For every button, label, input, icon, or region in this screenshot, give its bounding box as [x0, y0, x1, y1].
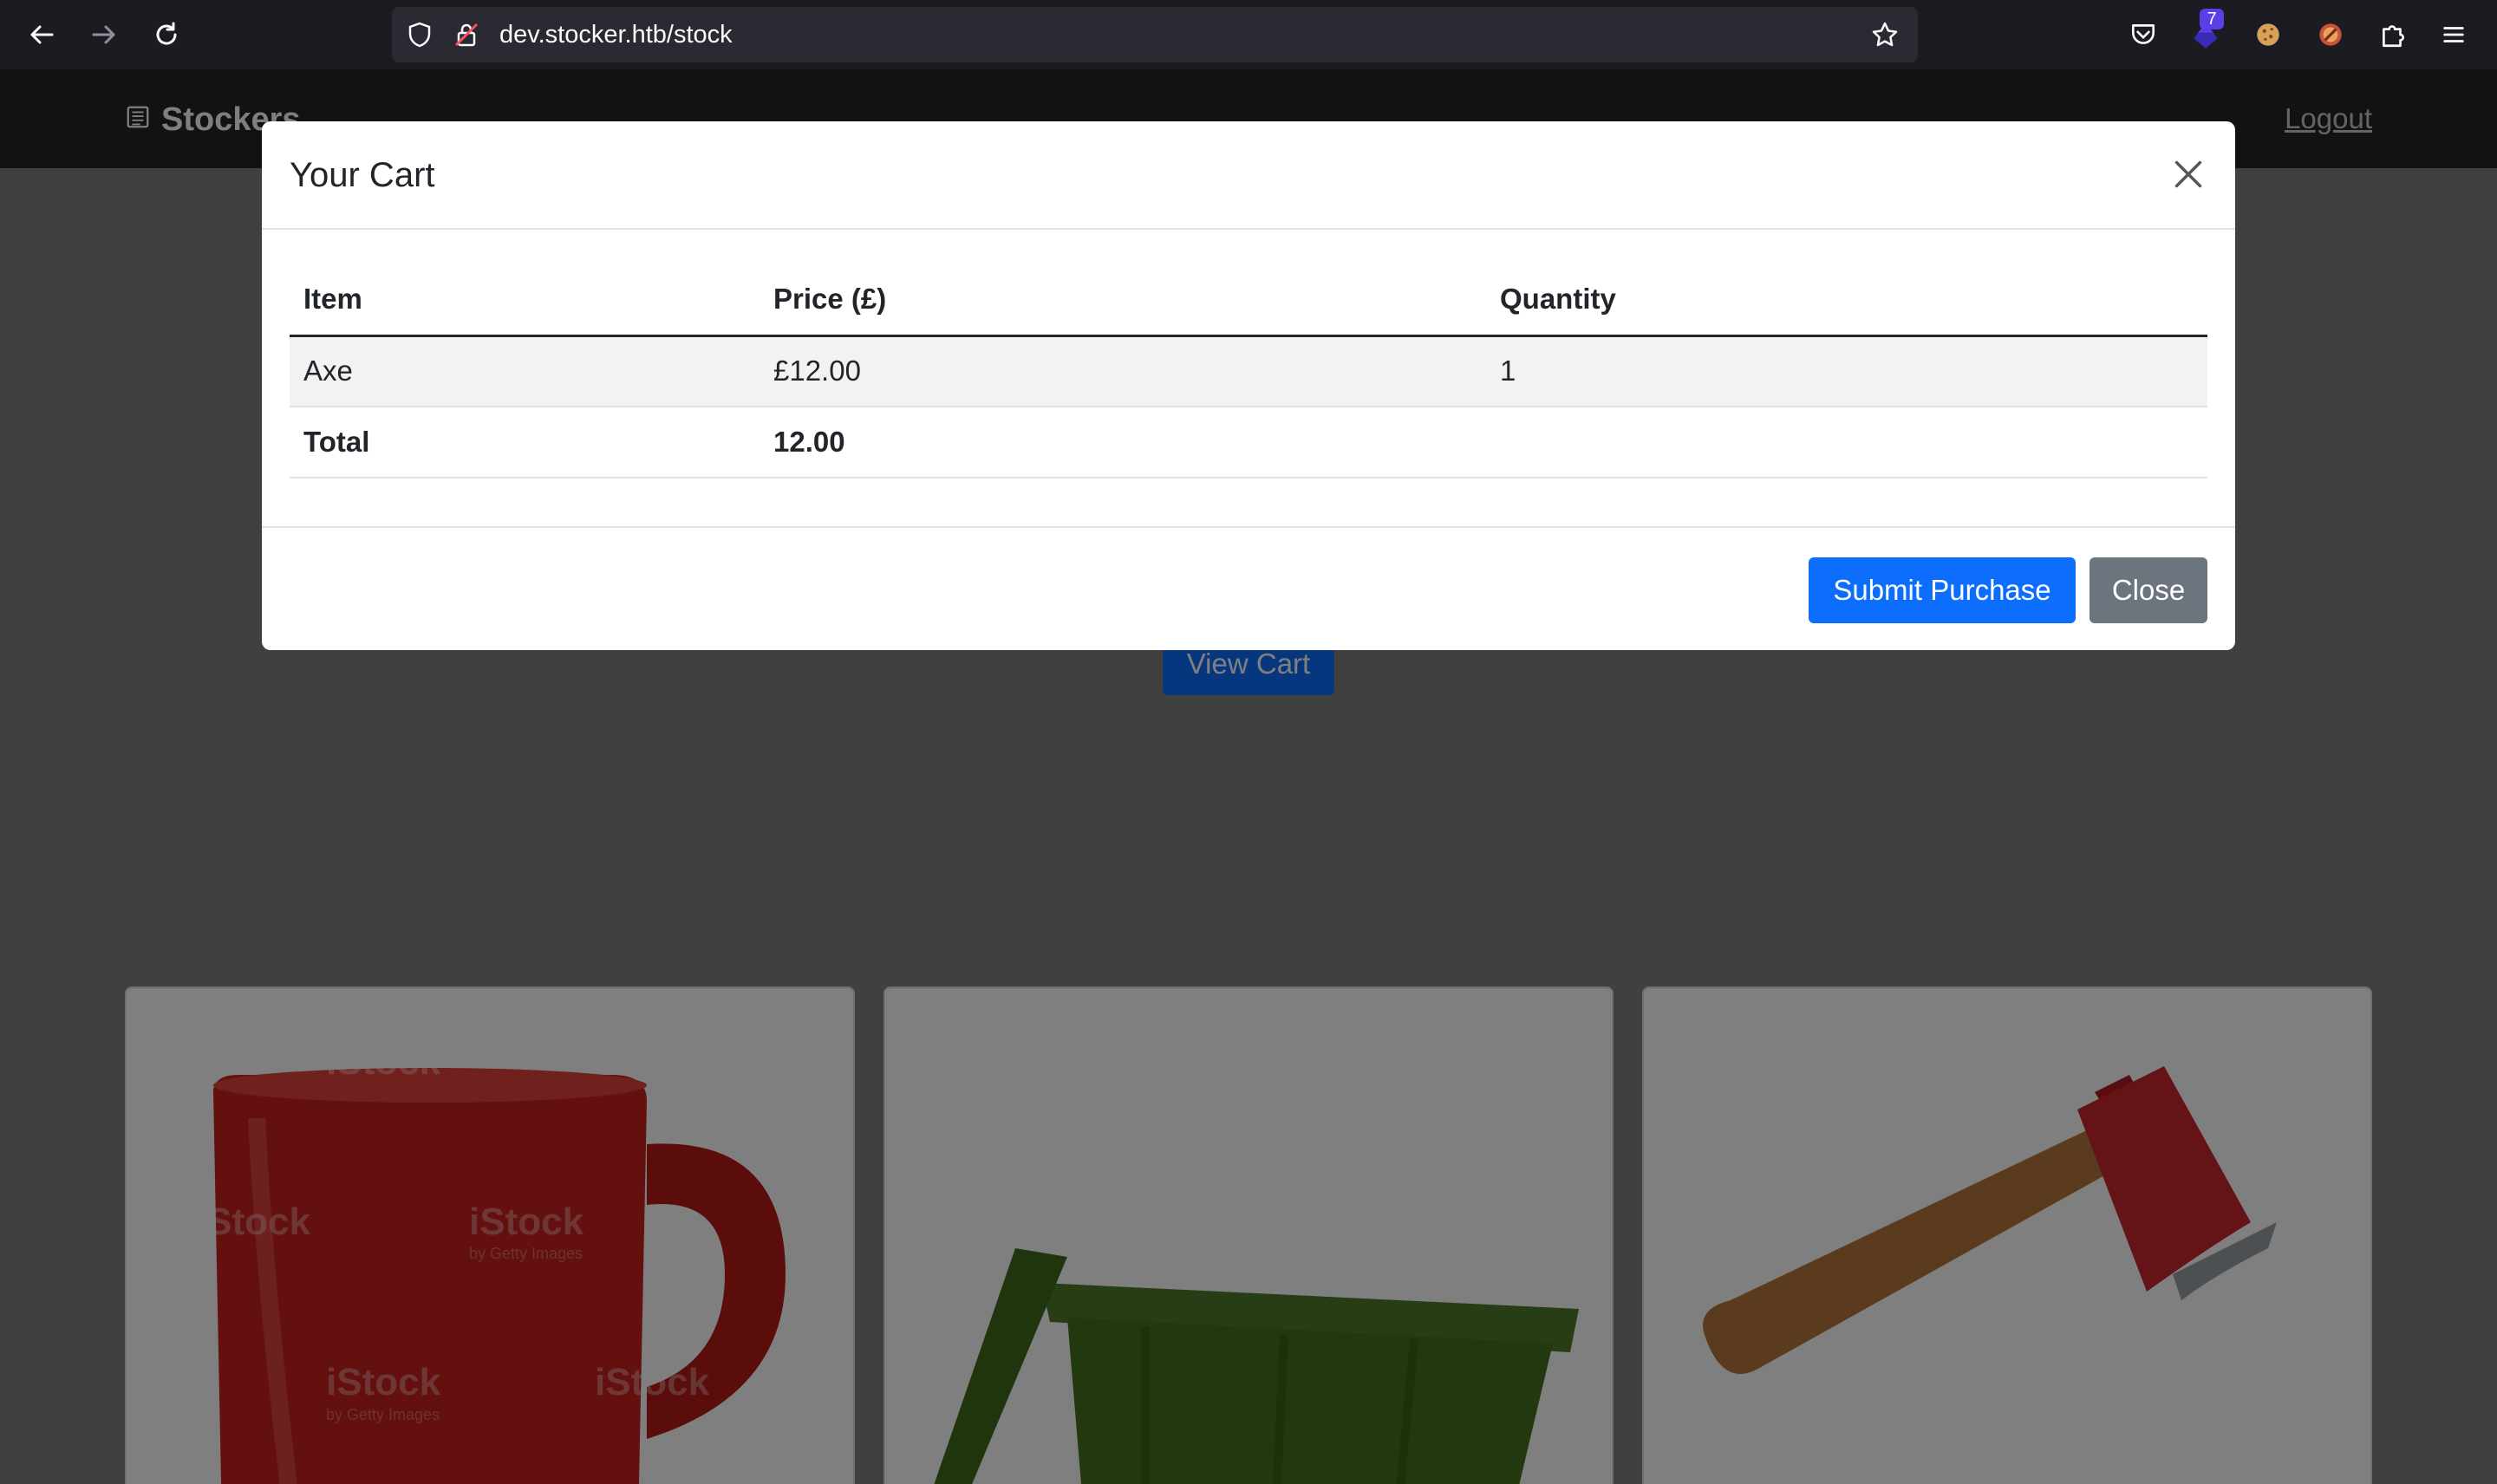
cell-quantity: 1 [1486, 335, 2207, 407]
tracking-shield-icon[interactable] [406, 21, 434, 49]
forward-icon[interactable] [83, 14, 125, 55]
cell-item: Axe [290, 335, 760, 407]
submit-purchase-button[interactable]: Submit Purchase [1809, 557, 2076, 623]
total-label: Total [290, 407, 760, 478]
modal-footer: Submit Purchase Close [262, 526, 2235, 650]
extensions-puzzle-icon[interactable] [2376, 17, 2410, 52]
cookie-editor-icon[interactable] [2313, 17, 2348, 52]
url-bar[interactable]: dev.stocker.htb/stock [392, 7, 1918, 62]
table-header-row: Item Price (£) Quantity [290, 264, 2207, 337]
cart-modal: Your Cart Item Price (£) Quantity Axe £1… [262, 121, 2235, 650]
reload-icon[interactable] [146, 14, 187, 55]
modal-title: Your Cart [290, 156, 435, 194]
total-row: Total 12.00 [290, 407, 2207, 478]
total-value: 12.00 [760, 407, 1486, 478]
column-header-quantity: Quantity [1486, 264, 2207, 337]
total-empty-cell [1486, 407, 2207, 478]
cart-table: Item Price (£) Quantity Axe £12.00 1 Tot… [290, 264, 2207, 478]
cell-price: £12.00 [760, 335, 1486, 407]
modal-header: Your Cart [262, 121, 2235, 230]
back-icon[interactable] [21, 14, 62, 55]
close-icon [2173, 159, 2204, 192]
table-row: Axe £12.00 1 [290, 335, 2207, 407]
close-button[interactable]: Close [2090, 557, 2207, 623]
browser-toolbar: dev.stocker.htb/stock 7 [0, 0, 2497, 69]
url-text[interactable]: dev.stocker.htb/stock [499, 7, 733, 62]
extension-badge: 7 [2200, 9, 2224, 29]
pocket-icon[interactable] [2126, 17, 2161, 52]
insecure-lock-icon[interactable] [453, 21, 480, 49]
column-header-price: Price (£) [760, 264, 1486, 337]
menu-hamburger-icon[interactable] [2436, 17, 2471, 52]
bookmark-star-icon[interactable] [1871, 21, 1899, 49]
column-header-item: Item [290, 264, 760, 337]
cookie-icon[interactable] [2251, 17, 2285, 52]
close-x-button[interactable] [2168, 154, 2209, 196]
